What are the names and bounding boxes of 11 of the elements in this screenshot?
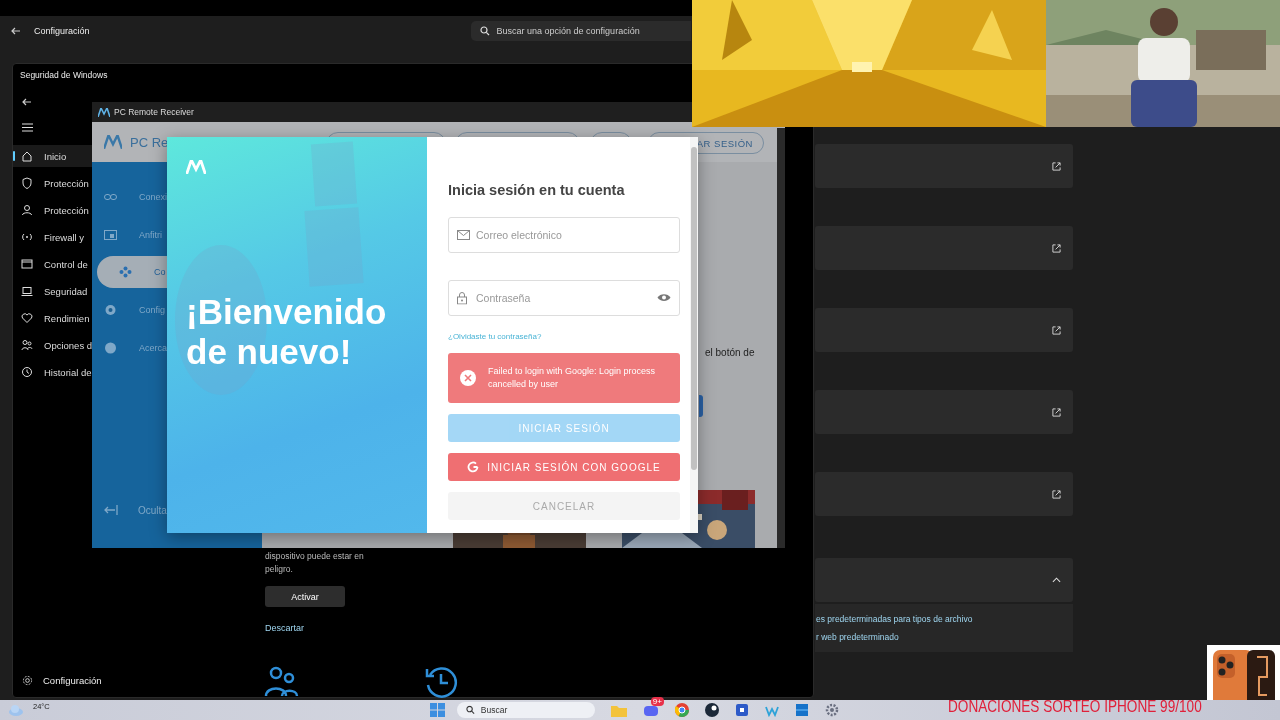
window-title: Seguridad de Windows [20,70,108,80]
notification-badge: 9+ [650,696,664,706]
notice-text: dispositivo puede estar en peligro. [265,550,365,576]
app-name: PC Re [130,134,169,150]
error-message: Failed to login with Google: Login process cancelled by user [488,365,657,391]
body-text: el botón de [705,347,755,358]
welcome-heading: ¡Bienvenido de nuevo! [186,292,388,372]
overlay-text: DONACIONES SORTEO IPHONE 99/100 [948,697,1202,717]
window-title: PC Remote Receiver [114,107,194,117]
window-title: Configuración [34,26,90,36]
dialog-title: Inicia sesión en tu cuenta [448,182,626,198]
